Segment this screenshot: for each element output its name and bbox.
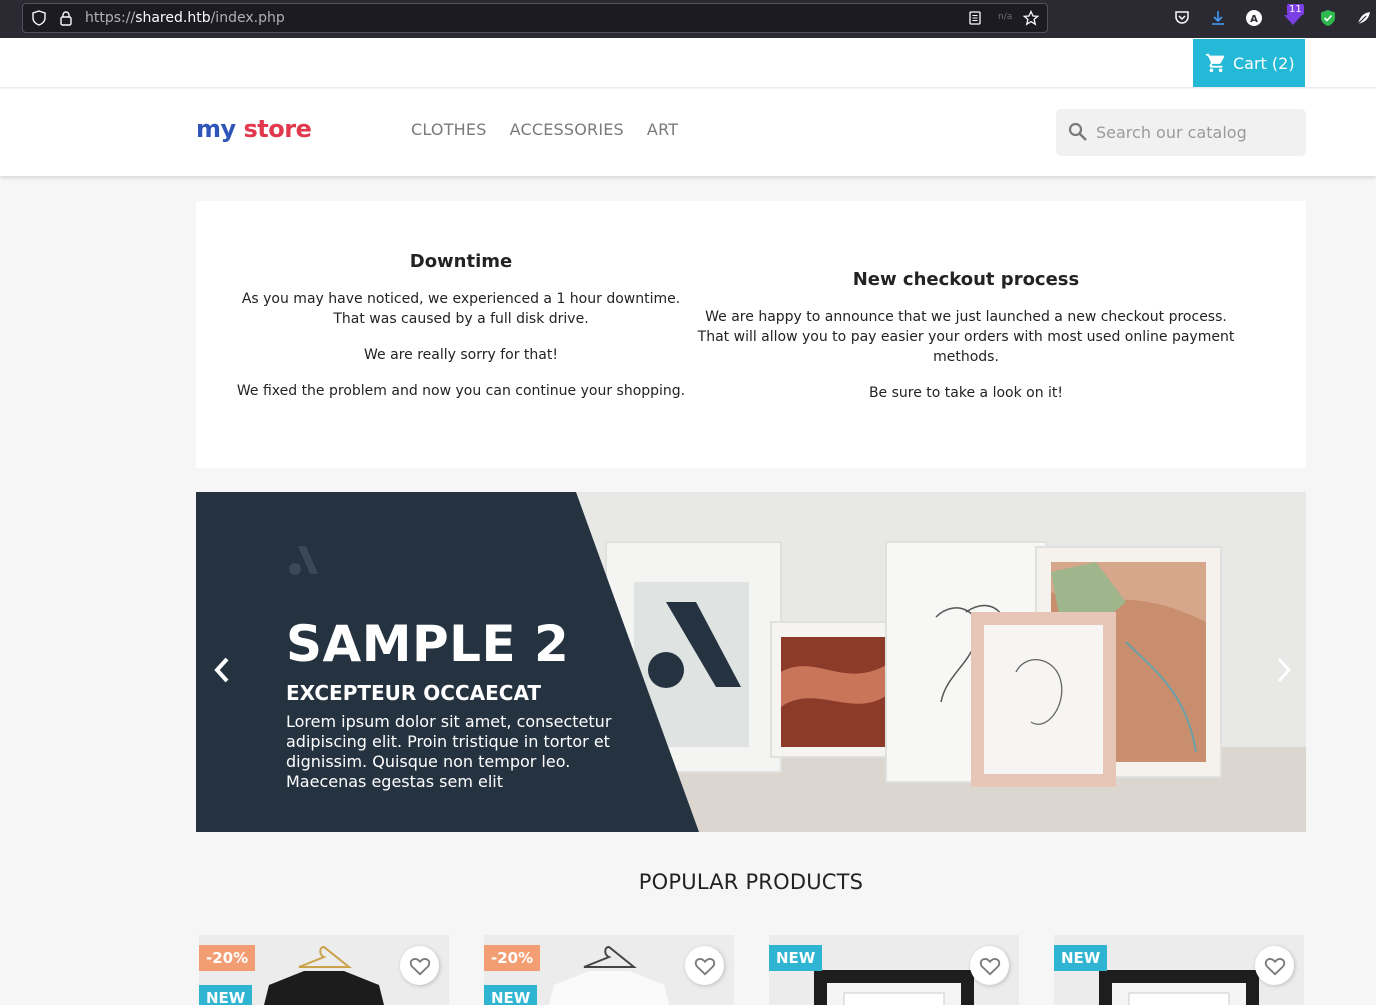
search-box	[1056, 109, 1306, 156]
news-downtime-p1: As you may have noticed, we experienced …	[241, 291, 681, 307]
wishlist-button[interactable]	[1255, 946, 1294, 985]
header-top-bar: Cart (2)	[0, 38, 1376, 88]
wishlist-button[interactable]	[685, 946, 724, 985]
new-badge: NEW	[484, 985, 538, 1005]
nav-item-accessories[interactable]: ACCESSORIES	[510, 120, 624, 139]
bookmark-star-icon[interactable]	[1022, 9, 1040, 26]
news-block: Downtime As you may have noticed, we exp…	[196, 201, 1306, 468]
wishlist-button[interactable]	[400, 946, 439, 985]
discount-badge: -20%	[484, 945, 541, 971]
heart-icon	[694, 957, 715, 975]
nav-item-art[interactable]: ART	[647, 120, 678, 139]
product-card[interactable]: -20% NEW	[484, 935, 734, 1005]
news-checkout-p1: We are happy to announce that we just la…	[705, 309, 1227, 325]
nav-item-clothes[interactable]: CLOTHES	[411, 120, 487, 139]
reader-view-icon[interactable]	[967, 10, 983, 26]
cart-count: (2)	[1271, 53, 1295, 73]
url-path: /index.php	[210, 10, 285, 26]
news-downtime: Downtime As you may have noticed, we exp…	[216, 251, 706, 417]
news-downtime-p1b: That was caused by a full disk drive.	[333, 311, 589, 327]
product-card[interactable]: NEW	[769, 935, 1019, 1005]
news-checkout-title: New checkout process	[852, 269, 1080, 290]
search-icon[interactable]	[1066, 120, 1090, 144]
browser-toolbar: https://shared.htb/index.php n/a A 11	[0, 0, 1376, 38]
url-host: shared.htb	[135, 10, 211, 26]
pocket-icon[interactable]	[1173, 9, 1191, 27]
extension-leaf-icon[interactable]	[1355, 9, 1373, 27]
news-downtime-title: Downtime	[409, 251, 513, 272]
slide-description: Lorem ipsum dolor sit amet, consectetur …	[286, 712, 612, 791]
news-downtime-p3: We fixed the problem and now you can con…	[236, 383, 686, 399]
svg-text:A: A	[1250, 14, 1258, 25]
news-checkout: New checkout process We are happy to ann…	[666, 269, 1266, 419]
heart-icon	[1264, 957, 1285, 975]
cart-button[interactable]: Cart (2)	[1193, 39, 1305, 87]
slide-brand-icon	[289, 546, 318, 575]
new-badge: NEW	[769, 945, 823, 971]
account-avatar-icon[interactable]: A	[1245, 9, 1263, 27]
new-badge: NEW	[1054, 945, 1108, 971]
news-downtime-p2: We are really sorry for that!	[364, 347, 558, 363]
search-input[interactable]	[1096, 109, 1296, 156]
address-bar[interactable]: https://shared.htb/index.php n/a	[22, 3, 1048, 33]
na-label: n/a	[998, 12, 1013, 22]
url-text[interactable]: https://shared.htb/index.php	[85, 10, 285, 26]
extension-purple-icon[interactable]: 11	[1282, 4, 1304, 31]
news-checkout-p2: Be sure to take a look on it!	[868, 385, 1064, 401]
store-logo[interactable]: my store	[196, 115, 312, 143]
logo-text-my: my	[196, 115, 236, 143]
header-main: my store CLOTHES ACCESSORIES ART	[0, 89, 1376, 176]
logo-text-store: store	[243, 115, 312, 143]
product-card[interactable]: -20% NEW	[199, 935, 449, 1005]
slide-title: SAMPLE 2	[286, 615, 570, 673]
extension-badge: 11	[1287, 4, 1304, 15]
wishlist-button[interactable]	[970, 946, 1009, 985]
download-icon[interactable]	[1209, 9, 1227, 27]
heart-icon	[409, 957, 430, 975]
shield-icon[interactable]	[31, 10, 47, 26]
slide-subtitle: EXCEPTEUR OCCAECAT	[286, 681, 542, 705]
discount-badge: -20%	[199, 945, 256, 971]
new-badge: NEW	[199, 985, 253, 1005]
chevron-left-icon[interactable]	[210, 655, 234, 685]
cart-icon	[1205, 53, 1225, 73]
cart-label: Cart	[1233, 53, 1267, 73]
news-checkout-p1b: That will allow you to pay easier your o…	[697, 329, 1235, 365]
lock-icon[interactable]	[58, 10, 74, 26]
hero-slider[interactable]: SAMPLE 2 EXCEPTEUR OCCAECAT Lorem ipsum …	[196, 492, 1306, 832]
main-nav: CLOTHES ACCESSORIES ART	[411, 120, 678, 139]
popular-products-title: POPULAR PRODUCTS	[638, 870, 864, 894]
slide-caption: SAMPLE 2 EXCEPTEUR OCCAECAT Lorem ipsum …	[286, 612, 616, 792]
shield-check-icon[interactable]	[1319, 9, 1337, 27]
product-card[interactable]: NEW	[1054, 935, 1304, 1005]
heart-icon	[979, 957, 1000, 975]
chevron-right-icon[interactable]	[1272, 655, 1296, 685]
url-scheme: https://	[85, 10, 136, 26]
